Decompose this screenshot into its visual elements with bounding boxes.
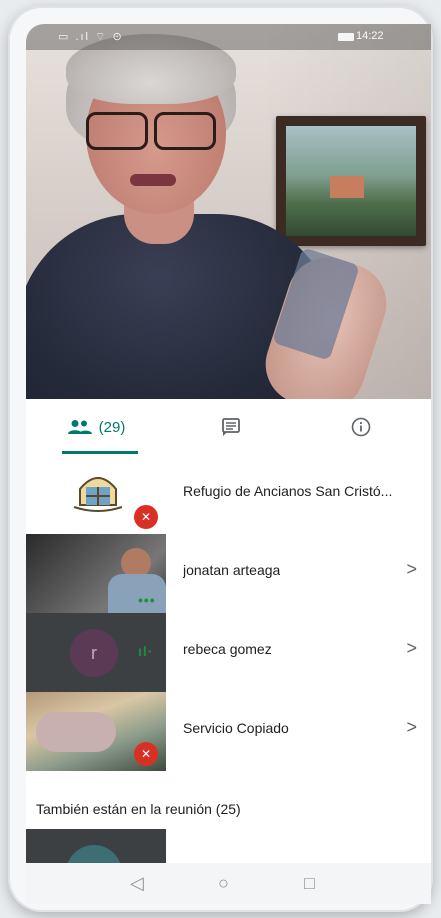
- participant-name: Refugio de Ancianos San Cristó...: [183, 483, 393, 499]
- main-video-feed[interactable]: ▭ .ıl ⌔ ⊙ 14:22: [26, 24, 431, 399]
- participant-name: rebeca gomez: [183, 641, 272, 657]
- avatar: r: [70, 629, 118, 677]
- participant-row[interactable]: ••• jonatan arteaga >: [26, 534, 431, 613]
- back-icon[interactable]: ◁: [130, 873, 144, 894]
- participant-name: Servicio Copiado: [183, 720, 289, 736]
- phone-screen: ▭ .ıl ⌔ ⊙ 14:22 (29) ✕ Refugio de Ancian…: [26, 24, 431, 904]
- glasses-left-lens: [86, 112, 148, 150]
- participant-thumbnail: [26, 829, 166, 863]
- speaking-indicator-icon: ıl·: [138, 643, 154, 659]
- participant-row[interactable]: r ıl· rebeca gomez >: [26, 613, 431, 692]
- wall-painting: [276, 116, 426, 246]
- info-icon: [351, 417, 371, 437]
- chat-icon: [222, 418, 240, 436]
- participant-row[interactable]: ✕ Servicio Copiado >: [26, 692, 431, 771]
- more-dots-icon: •••: [138, 592, 156, 608]
- status-left-icons: ▭ .ıl ⌔ ⊙: [58, 31, 124, 43]
- participant-thumbnail: ✕: [26, 692, 166, 771]
- tab-people[interactable]: (29): [36, 399, 156, 455]
- tab-chat[interactable]: [176, 399, 286, 455]
- video-object: [36, 712, 116, 752]
- participant-name: jonatan arteaga: [183, 562, 281, 578]
- meeting-tabs: (29): [26, 399, 431, 456]
- also-in-meeting-label: También están en la reunión (25): [36, 801, 241, 817]
- speaker-mouth: [130, 174, 176, 186]
- organization-logo: [73, 477, 123, 512]
- glasses-right-lens: [154, 112, 216, 150]
- participant-thumbnail: r ıl·: [26, 613, 166, 692]
- participant-count: (29): [98, 418, 126, 436]
- chevron-right-icon[interactable]: >: [406, 717, 417, 738]
- painting-house: [330, 176, 364, 198]
- participant-thumbnail: ✕: [26, 455, 166, 534]
- people-icon: [67, 420, 92, 434]
- chevron-right-icon[interactable]: >: [406, 559, 417, 580]
- tab-active-indicator: [62, 451, 138, 454]
- status-bar: ▭ .ıl ⌔ ⊙ 14:22: [26, 24, 431, 50]
- chevron-right-icon[interactable]: >: [406, 638, 417, 659]
- mic-off-icon: ✕: [134, 505, 158, 529]
- android-nav-bar: ◁ ○ □: [26, 863, 431, 904]
- recents-icon[interactable]: □: [304, 873, 315, 894]
- participant-row[interactable]: [26, 829, 431, 863]
- mic-off-icon: ✕: [134, 742, 158, 766]
- tab-info[interactable]: [306, 399, 416, 455]
- also-in-meeting-header: También están en la reunión (25): [26, 791, 431, 829]
- participant-thumbnail: •••: [26, 534, 166, 613]
- participant-list: ✕ Refugio de Ancianos San Cristó... ••• …: [26, 455, 431, 791]
- home-icon[interactable]: ○: [218, 873, 229, 894]
- participant-row[interactable]: ✕ Refugio de Ancianos San Cristó...: [26, 455, 431, 534]
- status-time: 14:22: [356, 30, 384, 42]
- battery-icon: [338, 33, 354, 41]
- video-person-body: [108, 574, 166, 613]
- speaker-glasses: [82, 112, 222, 150]
- avatar: [66, 845, 122, 863]
